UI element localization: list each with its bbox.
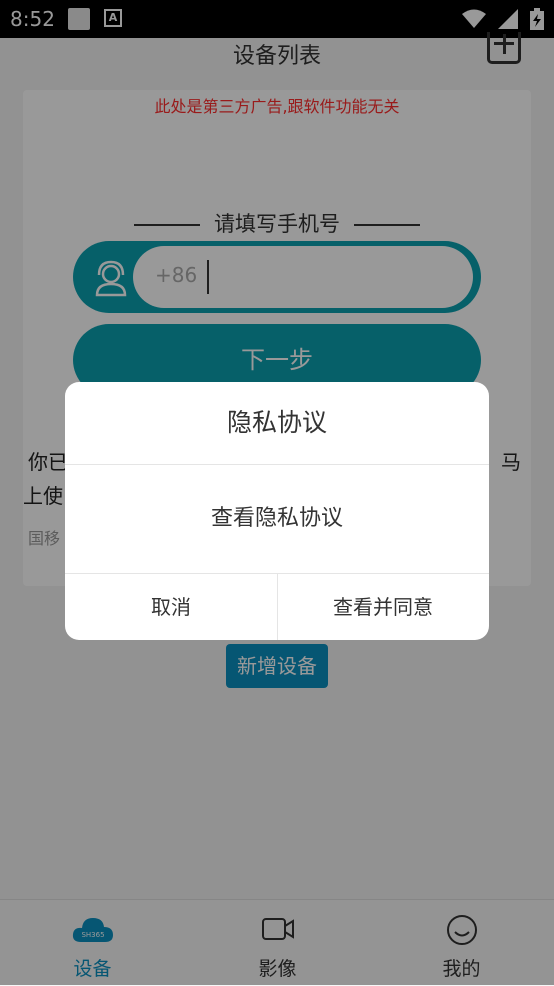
view-privacy-link[interactable]: 查看隐私协议 bbox=[65, 465, 489, 573]
view-and-agree-button[interactable]: 查看并同意 bbox=[277, 574, 489, 640]
cancel-button[interactable]: 取消 bbox=[65, 574, 278, 640]
dialog-title: 隐私协议 bbox=[65, 382, 489, 465]
privacy-dialog: 隐私协议 查看隐私协议 取消 查看并同意 bbox=[65, 382, 489, 640]
dialog-actions: 取消 查看并同意 bbox=[65, 573, 489, 640]
